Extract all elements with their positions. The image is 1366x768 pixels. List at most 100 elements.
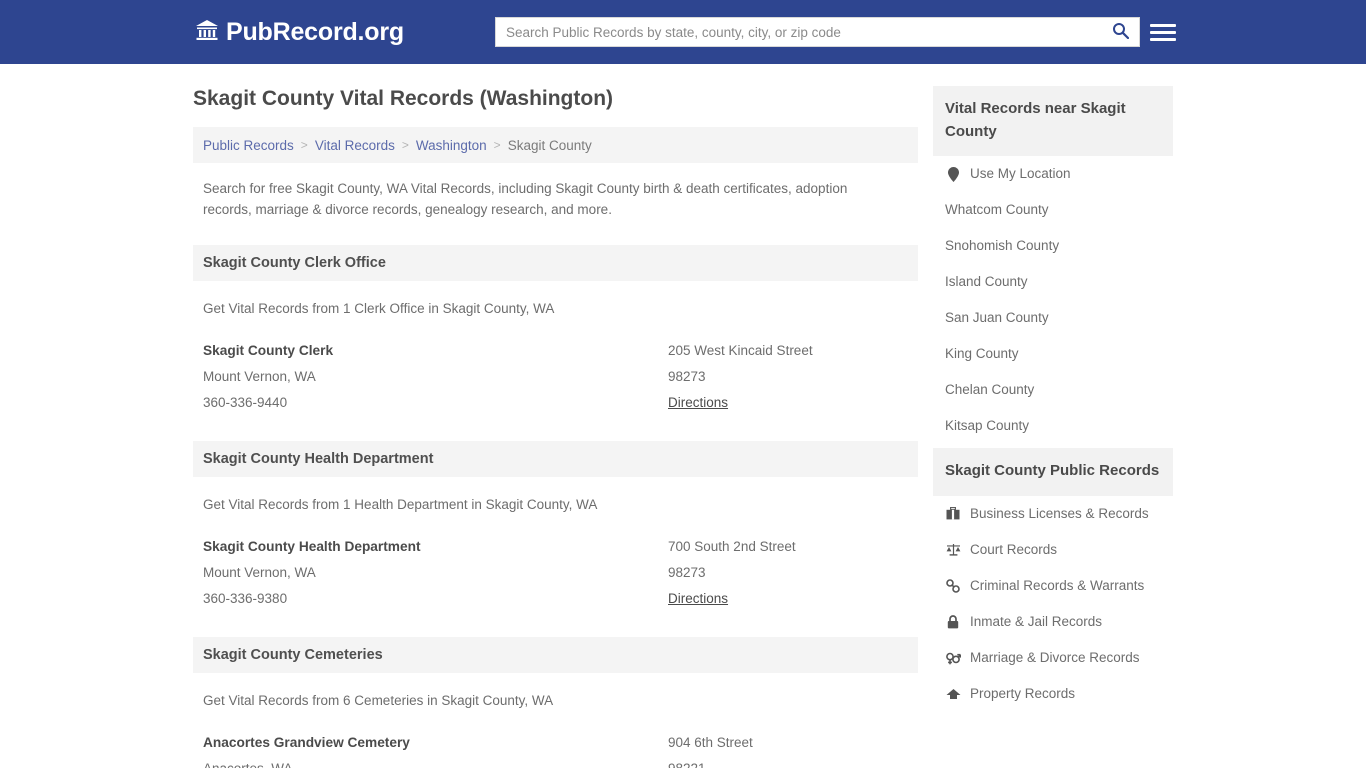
sidebar-item-label: Inmate & Jail Records <box>970 613 1103 629</box>
sidebar-nearby-panel: Vital Records near Skagit County Use My … <box>933 86 1173 444</box>
record-zip: 98273 <box>668 565 706 581</box>
search-submit-button[interactable] <box>1101 18 1139 46</box>
breadcrumb: Public Records > Vital Records > Washing… <box>193 127 918 164</box>
gender-symbols-icon <box>945 651 961 665</box>
record-address-info: 205 West Kincaid Street 98273 Directions <box>668 338 918 416</box>
record-phone: 360-336-9380 <box>203 591 288 607</box>
sidebar-item-kitsap-county[interactable]: Kitsap County <box>933 408 1173 444</box>
list-item: Marriage & Divorce Records <box>933 640 1173 676</box>
section-header: Skagit County Clerk Office <box>193 245 918 282</box>
section-subtitle: Get Vital Records from 1 Clerk Office in… <box>203 301 555 317</box>
section-title: Skagit County Clerk Office <box>203 255 386 272</box>
sidebar-item-use-my-location[interactable]: Use My Location <box>933 156 1173 192</box>
house-icon <box>945 688 961 700</box>
record-name-link[interactable]: Anacortes Grandview Cemetery <box>203 730 668 756</box>
sidebar-item-label: King County <box>945 346 1019 361</box>
sidebar-item-island-county[interactable]: Island County <box>933 264 1173 300</box>
sidebar-item-chelan-county[interactable]: Chelan County <box>933 372 1173 408</box>
sidebar-nearby-list: Use My Location Whatcom County Snohomish… <box>933 156 1173 444</box>
record-city-state: Anacortes, WA <box>203 756 668 768</box>
breadcrumb-item-skagit-county: Skagit County <box>507 137 592 153</box>
briefcase-icon <box>945 507 961 520</box>
sidebar-item-property-records[interactable]: Property Records <box>933 676 1173 712</box>
section-health-department: Skagit County Health Department Get Vita… <box>193 441 918 612</box>
section-clerk-office: Skagit County Clerk Office Get Vital Rec… <box>193 245 918 416</box>
sidebar-nearby-title: Vital Records near Skagit County <box>945 100 1126 140</box>
content-container: Skagit County Vital Records (Washington)… <box>193 86 1173 768</box>
section-header: Skagit County Health Department <box>193 441 918 478</box>
sidebar: Vital Records near Skagit County Use My … <box>933 86 1173 716</box>
section-subtitle: Get Vital Records from 6 Cemeteries in S… <box>203 693 554 709</box>
breadcrumb-separator: > <box>300 138 308 153</box>
sidebar-public-records-panel: Skagit County Public Records Business Li… <box>933 448 1173 712</box>
site-logo[interactable]: PubRecord.org <box>195 19 404 46</box>
search-input[interactable] <box>496 18 1101 46</box>
sidebar-public-records-title: Skagit County Public Records <box>945 462 1160 479</box>
sidebar-item-san-juan-county[interactable]: San Juan County <box>933 300 1173 336</box>
record-phone: 360-336-9440 <box>203 395 288 411</box>
sidebar-item-label: Business Licenses & Records <box>970 505 1149 521</box>
sidebar-item-label: Criminal Records & Warrants <box>970 577 1145 593</box>
record-primary-info: Skagit County Health Department Mount Ve… <box>203 534 668 612</box>
list-item: Court Records <box>933 532 1173 568</box>
record-address-info: 700 South 2nd Street 98273 Directions <box>668 534 918 612</box>
breadcrumb-separator: > <box>493 138 501 153</box>
list-item: Business Licenses & Records <box>933 496 1173 532</box>
scales-of-justice-icon <box>945 543 961 556</box>
list-item: Property Records <box>933 676 1173 712</box>
sidebar-item-business-licenses[interactable]: Business Licenses & Records <box>933 496 1173 532</box>
list-item: San Juan County <box>933 300 1173 336</box>
record-zip: 98273 <box>668 369 706 385</box>
list-item: Whatcom County <box>933 192 1173 228</box>
sidebar-item-court-records[interactable]: Court Records <box>933 532 1173 568</box>
record-primary-info: Anacortes Grandview Cemetery Anacortes, … <box>203 730 668 768</box>
site-header: PubRecord.org <box>0 0 1366 64</box>
list-item: Snohomish County <box>933 228 1173 264</box>
map-pin-icon <box>945 166 961 182</box>
record-row: Skagit County Clerk Mount Vernon, WA 360… <box>203 338 918 416</box>
record-directions-link[interactable]: Directions <box>668 586 728 612</box>
record-street: 205 West Kincaid Street <box>668 343 813 359</box>
menu-bar-3 <box>1150 37 1176 41</box>
sidebar-item-criminal-records[interactable]: Criminal Records & Warrants <box>933 568 1173 604</box>
sidebar-item-label: Island County <box>945 274 1028 289</box>
sidebar-item-label: Chelan County <box>945 382 1035 397</box>
breadcrumb-item-vital-records[interactable]: Vital Records <box>315 138 395 153</box>
sidebar-item-label: Whatcom County <box>945 202 1049 217</box>
record-street: 904 6th Street <box>668 735 753 751</box>
sidebar-item-label: Snohomish County <box>945 238 1060 253</box>
lock-icon <box>945 614 961 629</box>
list-item: Criminal Records & Warrants <box>933 568 1173 604</box>
record-city-state: Mount Vernon, WA <box>203 369 316 385</box>
sidebar-item-label: San Juan County <box>945 310 1049 325</box>
sidebar-item-snohomish-county[interactable]: Snohomish County <box>933 228 1173 264</box>
section-subtitle: Get Vital Records from 1 Health Departme… <box>203 497 598 513</box>
section-title: Skagit County Cemeteries <box>203 647 383 664</box>
breadcrumb-item-washington[interactable]: Washington <box>416 138 487 153</box>
menu-bar-2 <box>1150 30 1176 34</box>
record-row: Skagit County Health Department Mount Ve… <box>203 534 918 612</box>
search-icon <box>1112 22 1129 42</box>
breadcrumb-separator: > <box>401 138 409 153</box>
section-cemeteries: Skagit County Cemeteries Get Vital Recor… <box>193 637 918 768</box>
list-item: Chelan County <box>933 372 1173 408</box>
section-header: Skagit County Cemeteries <box>193 637 918 674</box>
record-name-link[interactable]: Skagit County Clerk <box>203 338 668 364</box>
record-directions-link[interactable]: Directions <box>668 390 728 416</box>
page-title: Skagit County Vital Records (Washington) <box>193 87 614 110</box>
sidebar-item-label: Marriage & Divorce Records <box>970 649 1140 665</box>
hamburger-menu-icon[interactable] <box>1150 19 1176 45</box>
list-item: Use My Location <box>933 156 1173 192</box>
record-name-link[interactable]: Skagit County Health Department <box>203 534 668 560</box>
list-item: Kitsap County <box>933 408 1173 444</box>
sidebar-item-marriage-divorce-records[interactable]: Marriage & Divorce Records <box>933 640 1173 676</box>
sidebar-item-label: Use My Location <box>970 166 1071 181</box>
sidebar-item-king-county[interactable]: King County <box>933 336 1173 372</box>
sidebar-item-label: Court Records <box>970 541 1058 557</box>
page-body: Skagit County Vital Records (Washington)… <box>0 64 1366 768</box>
sidebar-item-label: Kitsap County <box>945 418 1030 433</box>
sidebar-item-inmate-jail-records[interactable]: Inmate & Jail Records <box>933 604 1173 640</box>
site-logo-text: PubRecord.org <box>226 17 404 46</box>
breadcrumb-item-public-records[interactable]: Public Records <box>203 138 294 153</box>
sidebar-item-whatcom-county[interactable]: Whatcom County <box>933 192 1173 228</box>
